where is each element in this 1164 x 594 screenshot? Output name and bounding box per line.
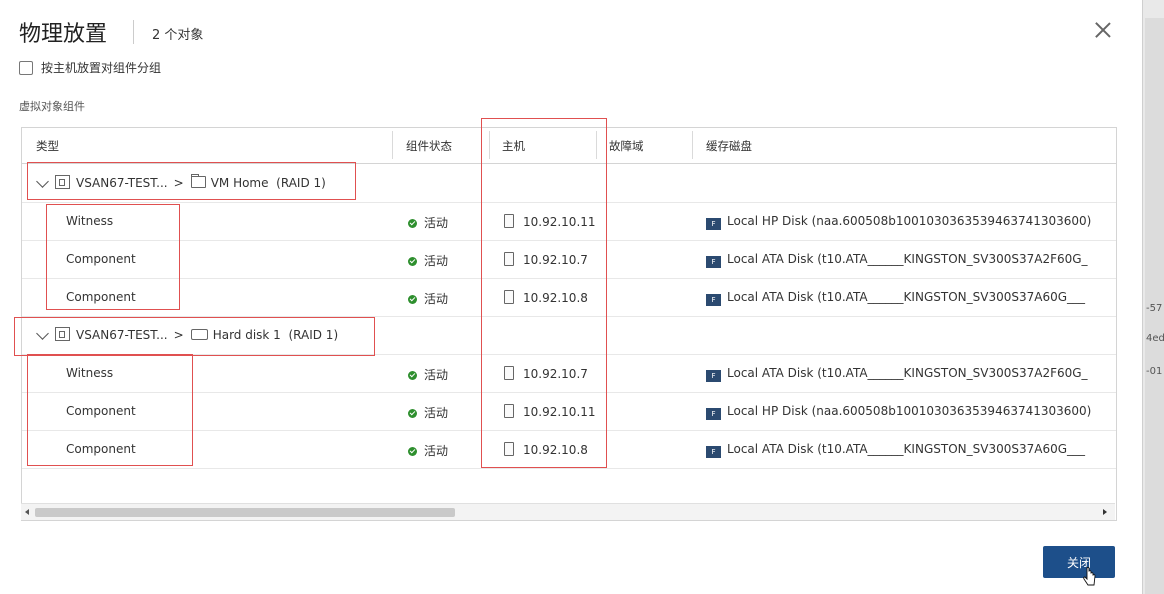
disk-icon: F bbox=[706, 370, 721, 382]
status-ok-icon bbox=[408, 257, 417, 266]
scroll-left-arrow-icon[interactable] bbox=[25, 509, 29, 515]
host-icon bbox=[504, 442, 514, 456]
column-header-cache-disk[interactable]: 缓存磁盘 bbox=[706, 138, 752, 154]
host-link[interactable]: 10.92.10.8 bbox=[523, 443, 588, 457]
disk-icon: F bbox=[706, 256, 721, 268]
component-type: Component bbox=[66, 290, 136, 304]
vm-icon bbox=[55, 175, 70, 189]
table-row[interactable]: Component 活动 10.92.10.7 F Local ATA Disk … bbox=[22, 240, 1116, 279]
cache-disk[interactable]: Local HP Disk (naa.600508b10010303635394… bbox=[727, 404, 1091, 418]
component-type: Component bbox=[66, 404, 136, 418]
scrollbar-thumb[interactable] bbox=[35, 508, 455, 517]
component-status: 活动 bbox=[424, 444, 449, 458]
grid-header: 类型 组件状态 主机 故障域 缓存磁盘 bbox=[22, 128, 1116, 164]
title-divider bbox=[133, 20, 134, 44]
cache-disk[interactable]: Local ATA Disk (t10.ATA______KINGSTON_SV… bbox=[727, 442, 1085, 456]
component-status: 活动 bbox=[424, 406, 449, 420]
status-ok-icon bbox=[408, 409, 417, 418]
object-group-row[interactable]: VSAN67-TEST... > VM Home (RAID 1) bbox=[22, 164, 1116, 203]
component-type: Witness bbox=[66, 366, 114, 380]
horizontal-scrollbar[interactable] bbox=[21, 503, 1115, 520]
vm-icon bbox=[55, 327, 70, 341]
host-icon bbox=[504, 214, 514, 228]
host-link[interactable]: 10.92.10.11 bbox=[523, 405, 596, 419]
column-header-type[interactable]: 类型 bbox=[36, 138, 59, 154]
folder-icon bbox=[190, 174, 206, 188]
column-header-host[interactable]: 主机 bbox=[502, 138, 525, 154]
column-divider[interactable] bbox=[596, 131, 597, 159]
component-type: Witness bbox=[66, 214, 114, 228]
chevron-down-icon[interactable] bbox=[36, 327, 49, 340]
section-label: 虚拟对象组件 bbox=[19, 100, 85, 113]
host-icon bbox=[504, 404, 514, 418]
close-button[interactable]: 关闭 bbox=[1043, 546, 1115, 578]
column-header-status[interactable]: 组件状态 bbox=[406, 138, 452, 154]
cache-disk[interactable]: Local ATA Disk (t10.ATA______KINGSTON_SV… bbox=[727, 252, 1088, 266]
host-link[interactable]: 10.92.10.8 bbox=[523, 291, 588, 305]
group-by-host-option[interactable]: 按主机放置对组件分组 bbox=[19, 59, 161, 76]
component-status: 活动 bbox=[424, 254, 449, 268]
chevron-right-icon: > bbox=[173, 176, 184, 190]
cache-disk[interactable]: Local ATA Disk (t10.ATA______KINGSTON_SV… bbox=[727, 366, 1088, 380]
table-row[interactable]: Witness 活动 10.92.10.11 F Local HP Disk (n… bbox=[22, 202, 1116, 241]
status-ok-icon bbox=[408, 219, 417, 228]
table-row[interactable]: Component 活动 10.92.10.8 F Local ATA Disk … bbox=[22, 430, 1116, 469]
vm-name[interactable]: VSAN67-TEST... bbox=[76, 328, 168, 342]
status-ok-icon bbox=[408, 295, 417, 304]
status-ok-icon bbox=[408, 447, 417, 456]
disk-icon: F bbox=[706, 446, 721, 458]
background-text: -01 bbox=[1146, 366, 1163, 377]
disk-icon: F bbox=[706, 408, 721, 420]
group-by-host-label: 按主机放置对组件分组 bbox=[41, 61, 162, 75]
group-by-host-checkbox[interactable] bbox=[19, 60, 33, 75]
cache-disk[interactable]: Local HP Disk (naa.600508b10010303635394… bbox=[727, 214, 1091, 228]
column-divider[interactable] bbox=[392, 131, 393, 159]
background-text: -57 bbox=[1146, 303, 1163, 314]
status-ok-icon bbox=[408, 371, 417, 380]
physical-placement-dialog: 物理放置 2 个对象 按主机放置对组件分组 虚拟对象组件 类型 组件状态 主机 … bbox=[0, 0, 1140, 594]
host-icon bbox=[504, 252, 514, 266]
scroll-right-arrow-icon[interactable] bbox=[1103, 509, 1107, 515]
table-row[interactable]: Component 活动 10.92.10.8 F Local ATA Disk … bbox=[22, 278, 1116, 317]
column-header-fault-domain[interactable]: 故障域 bbox=[609, 138, 644, 154]
dialog-title: 物理放置 bbox=[19, 22, 108, 47]
vm-name[interactable]: VSAN67-TEST... bbox=[76, 176, 168, 190]
hard-disk-icon bbox=[190, 329, 208, 340]
component-status: 活动 bbox=[424, 216, 449, 230]
component-status: 活动 bbox=[424, 292, 449, 306]
host-link[interactable]: 10.92.10.11 bbox=[523, 215, 596, 229]
raid-label: (RAID 1) bbox=[276, 176, 326, 190]
disk-icon: F bbox=[706, 294, 721, 306]
background-text: 4ed bbox=[1146, 333, 1164, 344]
column-divider[interactable] bbox=[489, 131, 490, 159]
component-type: Component bbox=[66, 442, 136, 456]
object-group-row[interactable]: VSAN67-TEST... > Hard disk 1 (RAID 1) bbox=[22, 316, 1116, 355]
component-type: Component bbox=[66, 252, 136, 266]
object-name: VM Home bbox=[210, 176, 269, 190]
host-icon bbox=[504, 366, 514, 380]
close-icon[interactable] bbox=[1094, 21, 1112, 39]
chevron-right-icon: > bbox=[173, 328, 184, 342]
host-icon bbox=[504, 290, 514, 304]
components-grid: 类型 组件状态 主机 故障域 缓存磁盘 VSAN67-TEST... > VM Ho… bbox=[21, 127, 1117, 521]
component-status: 活动 bbox=[424, 368, 449, 382]
table-row[interactable]: Witness 活动 10.92.10.7 F Local ATA Disk (t… bbox=[22, 354, 1116, 393]
raid-label: (RAID 1) bbox=[288, 328, 339, 342]
column-divider[interactable] bbox=[692, 131, 693, 159]
object-name: Hard disk 1 bbox=[212, 328, 281, 342]
host-link[interactable]: 10.92.10.7 bbox=[523, 253, 588, 267]
host-link[interactable]: 10.92.10.7 bbox=[523, 367, 588, 381]
disk-icon: F bbox=[706, 218, 721, 230]
object-count: 2 个对象 bbox=[152, 28, 204, 43]
table-row[interactable]: Component 活动 10.92.10.11 F Local HP Disk … bbox=[22, 392, 1116, 431]
cache-disk[interactable]: Local ATA Disk (t10.ATA______KINGSTON_SV… bbox=[727, 290, 1085, 304]
hand-cursor-icon bbox=[1083, 567, 1096, 586]
chevron-down-icon[interactable] bbox=[36, 175, 49, 188]
